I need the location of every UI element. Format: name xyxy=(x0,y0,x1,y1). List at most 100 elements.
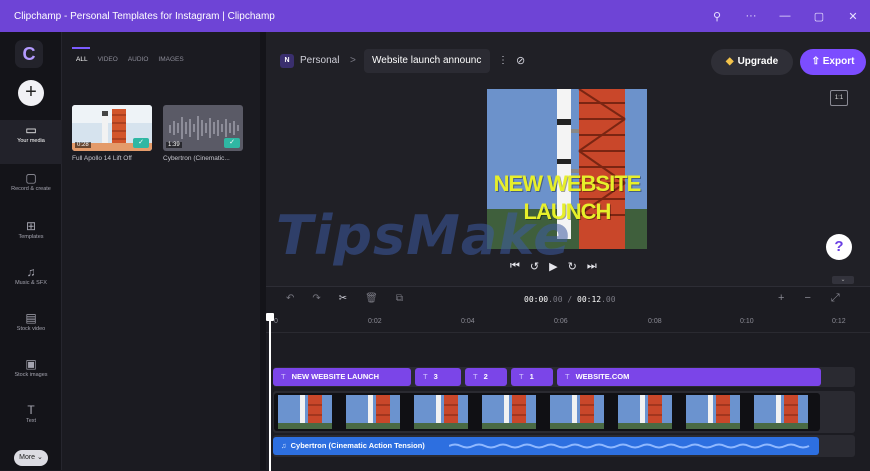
audio-waveform xyxy=(449,443,810,449)
text-icon: T xyxy=(281,372,286,381)
title-bar: Clipchamp - Personal Templates for Insta… xyxy=(0,0,870,32)
text-icon: T xyxy=(565,372,570,381)
text-icon: T xyxy=(27,403,35,417)
media-library-panel: ALL VIDEO AUDIO IMAGES 0:28 ✓ Full Apoll… xyxy=(62,32,260,470)
workspace-name[interactable]: Personal xyxy=(300,54,339,68)
text-clip[interactable]: T NEW WEBSITE LAUNCH xyxy=(273,368,411,386)
sidebar-item-label: Record & create xyxy=(11,186,51,192)
media-card-name: Cybertron (Cinematic... xyxy=(163,155,230,162)
time-ruler[interactable]: 0 0:02 0:04 0:06 0:08 0:10 0:12 xyxy=(266,313,870,333)
sidebar-item-label: Text xyxy=(25,418,37,424)
window-title: Clipchamp - Personal Templates for Insta… xyxy=(14,10,275,22)
ruler-tick: 0:08 xyxy=(648,318,662,325)
ruler-tick: 0:10 xyxy=(740,318,754,325)
zoom-in-icon[interactable]: + xyxy=(778,292,784,305)
timeline-panel: ↶ ↷ ✂ 🗑 ⧉ 00:00.00 / 00:12.00 + − ⤢ 0 0:… xyxy=(266,286,870,471)
maximize-button[interactable]: ▢ xyxy=(802,10,836,23)
tab-video[interactable]: VIDEO xyxy=(98,56,118,63)
sidebar-item-record-create[interactable]: ▢ Record & create xyxy=(0,168,62,212)
pin-icon[interactable]: ⚲ xyxy=(700,10,734,23)
sidebar-item-stock-video[interactable]: ▤ Stock video xyxy=(0,308,62,352)
templates-icon: ⊞ xyxy=(25,219,37,233)
sidebar-item-label: Stock video xyxy=(16,326,46,332)
fit-timeline-icon[interactable]: ⤢ xyxy=(831,292,840,305)
audio-clip[interactable]: ♫ Cybertron (Cinematic Action Tension) xyxy=(273,437,819,455)
media-card-cybertron[interactable]: 1:39 ✓ xyxy=(163,105,243,151)
video-frame-thumbnail xyxy=(346,395,400,429)
text-clip[interactable]: T WEBSITE.COM xyxy=(557,368,821,386)
gem-icon: ◆ xyxy=(725,56,734,67)
breadcrumb-separator: > xyxy=(350,55,356,66)
video-frame-thumbnail xyxy=(278,395,332,429)
more-button[interactable]: More ⌄ xyxy=(14,450,48,466)
editor-topbar: N Personal > Website launch announc ⋮ ⊘ … xyxy=(266,32,870,88)
collapse-preview-icon[interactable]: ⌄ xyxy=(832,276,854,284)
skip-forward-icon[interactable]: ⏭ xyxy=(587,260,597,273)
sidebar-item-text[interactable]: T Text xyxy=(0,400,62,444)
sidebar-item-stock-images[interactable]: ▣ Stock images xyxy=(0,354,62,398)
ruler-tick: 0:04 xyxy=(461,318,475,325)
sidebar-item-label: Stock images xyxy=(14,372,48,378)
video-frame-thumbnail xyxy=(754,395,808,429)
timeline-toolbar: ↶ ↷ ✂ 🗑 ⧉ xyxy=(286,293,403,304)
video-frame-thumbnail xyxy=(482,395,536,429)
library-tabs: ALL VIDEO AUDIO IMAGES xyxy=(76,56,184,63)
media-card-name: Full Apollo 14 Lift Off xyxy=(72,155,132,162)
text-icon: T xyxy=(519,372,524,381)
export-button[interactable]: ⇧ Export xyxy=(800,49,866,75)
minimize-button[interactable]: — xyxy=(768,10,802,22)
tab-images[interactable]: IMAGES xyxy=(158,56,183,63)
undo-icon[interactable]: ↶ xyxy=(286,293,294,304)
close-button[interactable]: ✕ xyxy=(836,10,870,23)
add-media-button[interactable]: + xyxy=(18,80,44,106)
check-icon: ✓ xyxy=(224,138,240,148)
ruler-tick: 0:12 xyxy=(832,318,846,325)
tab-all[interactable]: ALL xyxy=(76,56,88,63)
aspect-ratio-button[interactable]: 1:1 xyxy=(830,90,848,106)
ruler-tick: 0:06 xyxy=(554,318,568,325)
video-track[interactable] xyxy=(274,393,820,431)
playhead[interactable] xyxy=(269,315,271,471)
kebab-menu-icon[interactable]: ⋮ xyxy=(498,54,508,68)
film-icon: ▤ xyxy=(25,311,37,325)
help-button[interactable]: ? xyxy=(826,234,852,260)
text-icon: T xyxy=(423,372,428,381)
video-frame-thumbnail xyxy=(550,395,604,429)
split-icon[interactable]: ✂ xyxy=(339,293,347,304)
video-frame-thumbnail xyxy=(414,395,468,429)
duplicate-icon[interactable]: ⧉ xyxy=(396,293,403,304)
folder-icon: ▭ xyxy=(25,123,37,137)
image-icon: ▣ xyxy=(25,357,37,371)
sidebar-item-your-media[interactable]: ▭ Your media xyxy=(0,120,62,164)
video-frame-thumbnail xyxy=(618,395,672,429)
active-tab-indicator xyxy=(72,47,90,49)
music-icon: ♫ xyxy=(26,265,36,279)
more-options-icon[interactable]: ··· xyxy=(734,10,768,22)
ruler-tick: 0 xyxy=(274,318,278,325)
media-card-apollo[interactable]: 0:28 ✓ xyxy=(72,105,152,151)
sidebar-item-music-sfx[interactable]: ♫ Music & SFX xyxy=(0,262,62,306)
sidebar-item-label: Your media xyxy=(17,138,45,144)
upgrade-button[interactable]: ◆ Upgrade xyxy=(711,49,793,75)
duration-badge: 1:39 xyxy=(166,142,182,148)
check-icon: ✓ xyxy=(133,138,149,148)
left-sidebar: C + ▭ Your media ▢ Record & create ⊞ Tem… xyxy=(0,32,62,470)
sidebar-item-label: Music & SFX xyxy=(15,280,47,286)
zoom-controls: + − ⤢ xyxy=(778,292,840,305)
cloud-off-icon[interactable]: ⊘ xyxy=(516,54,525,68)
delete-icon[interactable]: 🗑 xyxy=(365,293,378,304)
redo-icon[interactable]: ↷ xyxy=(312,293,320,304)
upload-icon: ⇧ xyxy=(811,56,823,67)
tab-audio[interactable]: AUDIO xyxy=(128,56,149,63)
zoom-out-icon[interactable]: − xyxy=(804,292,810,305)
project-name-input[interactable]: Website launch announc xyxy=(364,49,490,73)
text-clip[interactable]: T2 xyxy=(465,368,507,386)
clipchamp-logo: C xyxy=(15,40,43,68)
text-clip[interactable]: T3 xyxy=(415,368,461,386)
sidebar-item-templates[interactable]: ⊞ Templates xyxy=(0,216,62,260)
workspace-avatar[interactable]: N xyxy=(280,54,294,68)
text-clip[interactable]: T1 xyxy=(511,368,553,386)
ruler-tick: 0:02 xyxy=(368,318,382,325)
watermark: TipsMake xyxy=(276,204,571,267)
text-icon: T xyxy=(473,372,478,381)
